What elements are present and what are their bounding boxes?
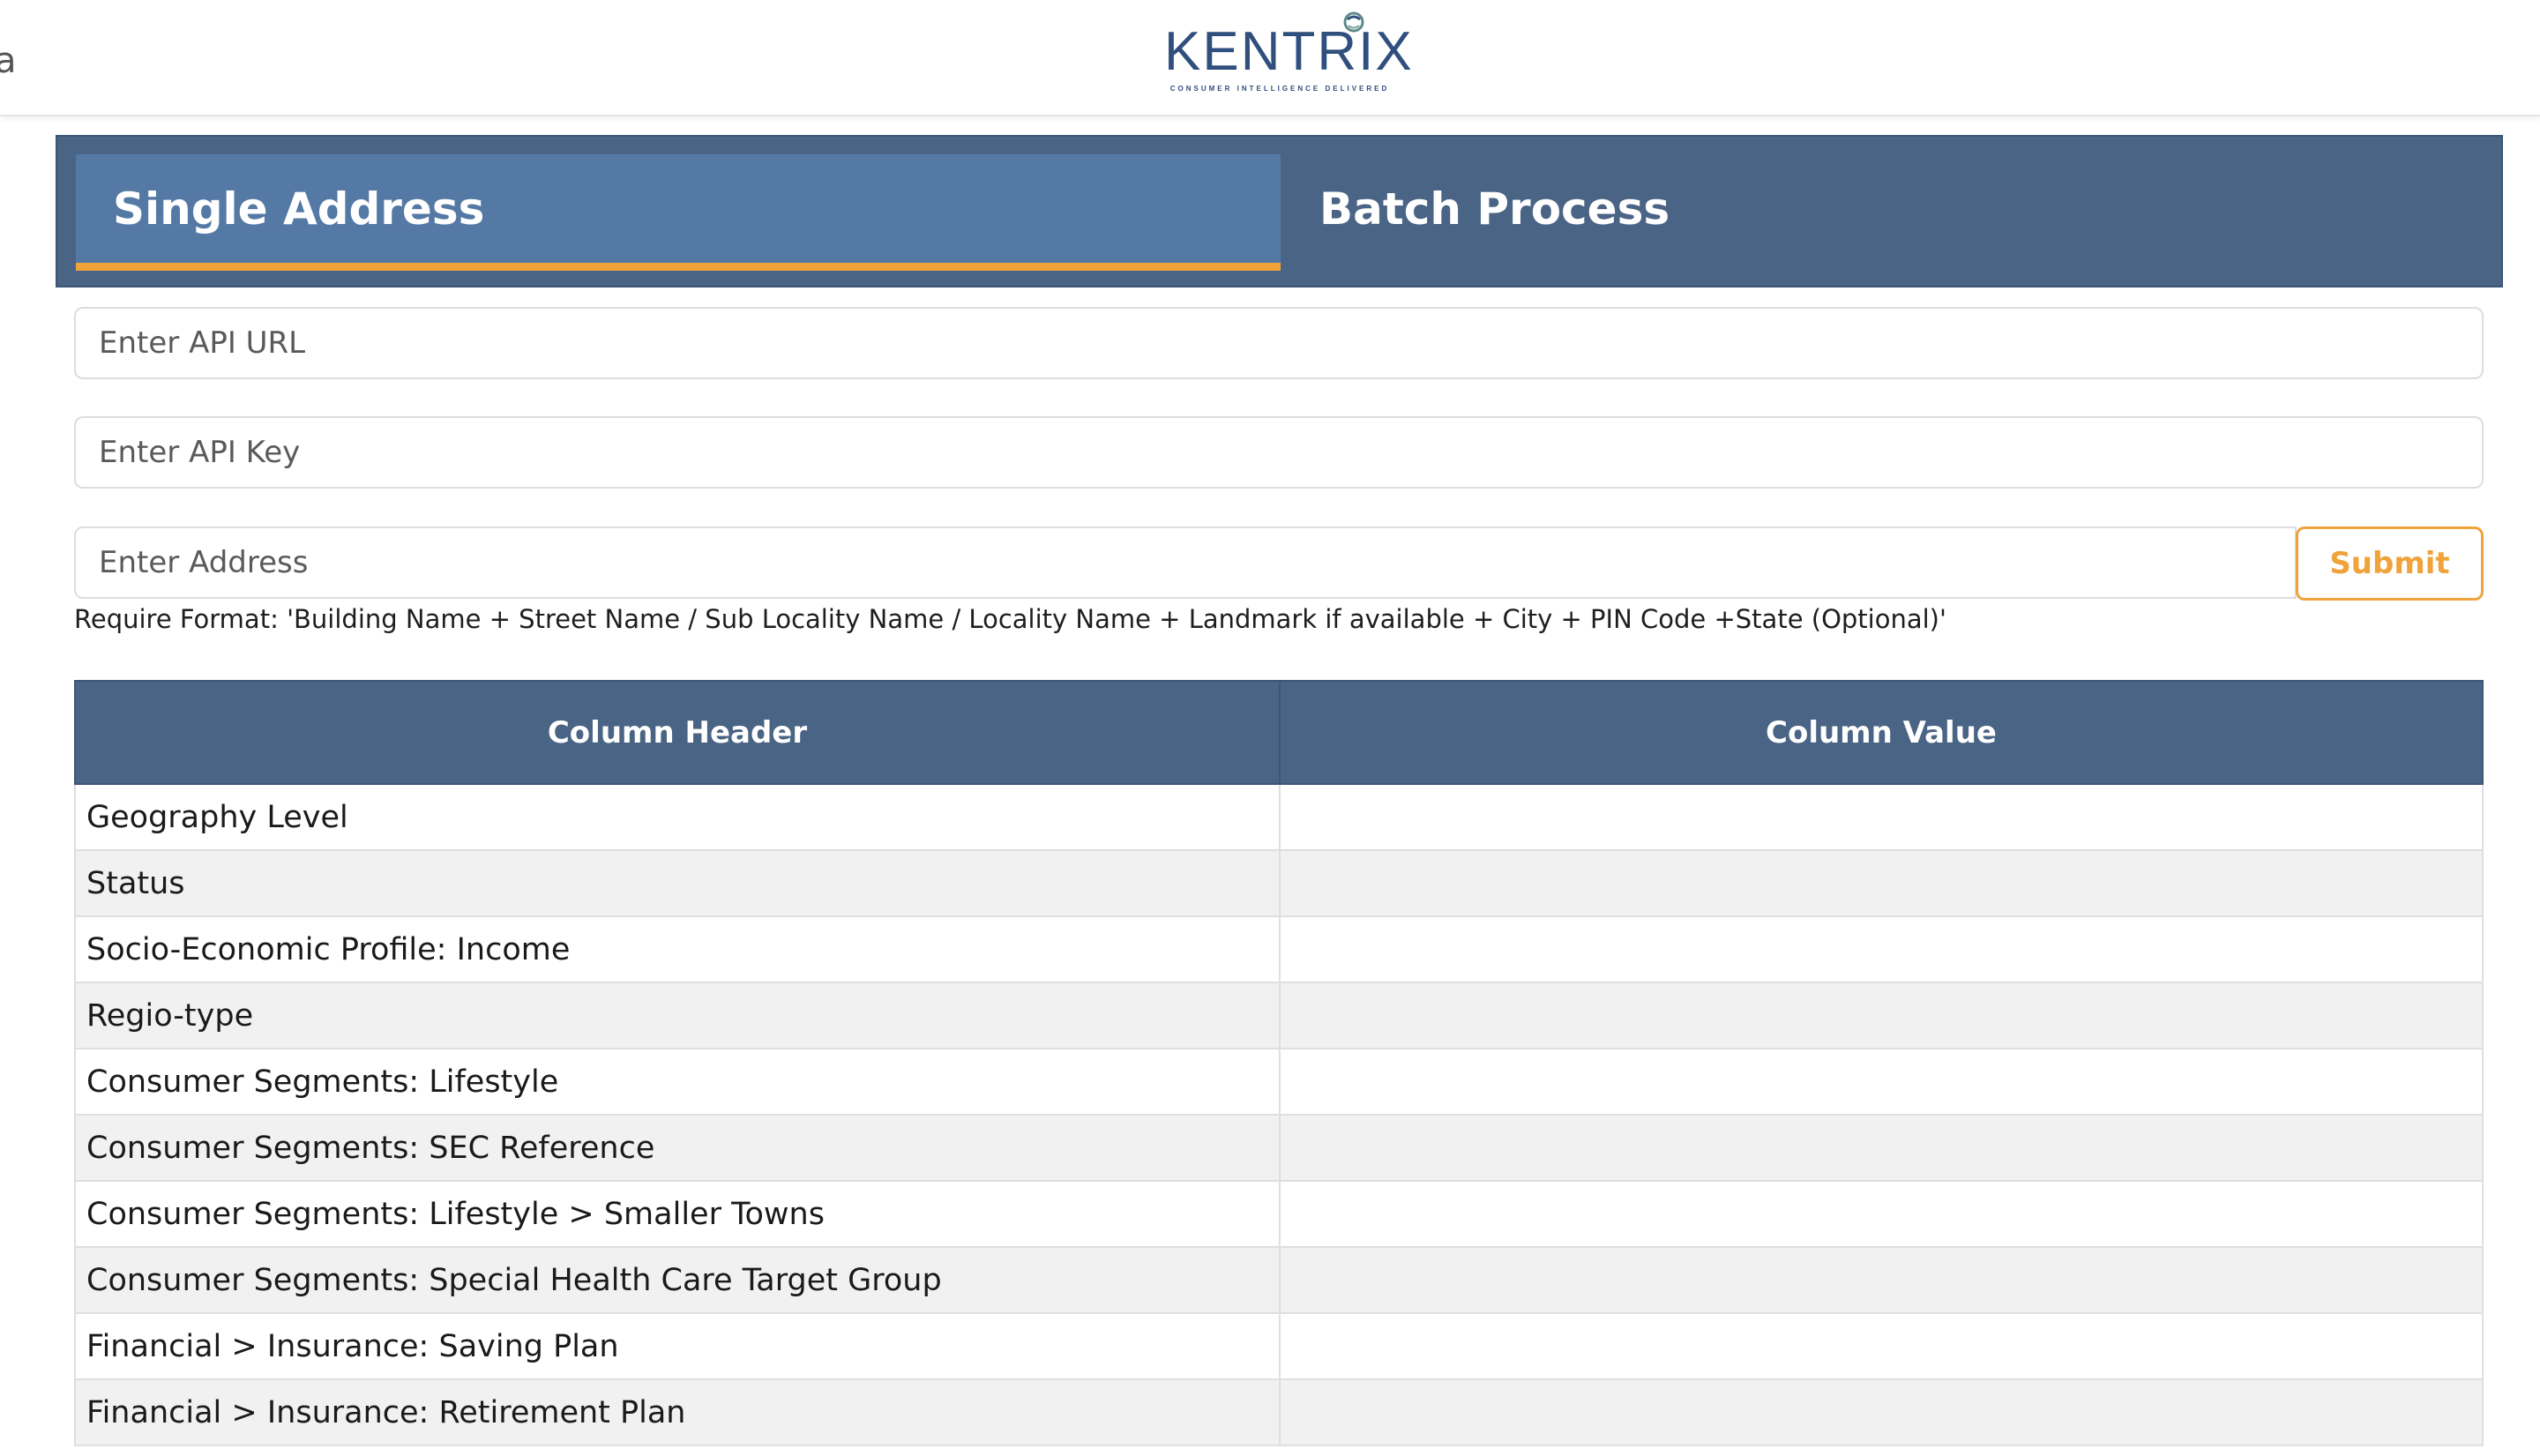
row-value-cell	[1279, 783, 2484, 851]
row-header-cell: Regio-type	[74, 982, 1281, 1049]
row-header-cell: Socio-Economic Profile: Income	[74, 915, 1281, 983]
api-key-input[interactable]	[74, 416, 2484, 489]
table-row: Consumer Segments: Lifestyle	[74, 1048, 2484, 1116]
row-header-cell: Geography Level	[74, 783, 1281, 851]
row-value-cell	[1279, 1114, 2484, 1182]
api-url-input[interactable]	[74, 307, 2484, 379]
table-row: Consumer Segments: SEC Reference	[74, 1114, 2484, 1182]
results-table-container[interactable]: Column Header Column Value Geography Lev…	[74, 680, 2484, 1456]
kentrix-logo[interactable]: KENTRIX CONSUMER INTELLIGENCE DELIVERED	[1164, 7, 1414, 93]
edge-fragment: a	[0, 41, 17, 81]
row-value-cell	[1279, 1048, 2484, 1116]
row-value-cell	[1279, 1180, 2484, 1248]
row-header-cell: Consumer Segments: Lifestyle	[74, 1048, 1281, 1116]
table-row: Consumer Segments: Special Health Care T…	[74, 1246, 2484, 1314]
row-value-cell	[1279, 982, 2484, 1049]
row-value-cell	[1279, 1378, 2484, 1446]
column-header-heading: Column Header	[74, 680, 1281, 785]
table-row: Regio-type	[74, 982, 2484, 1049]
table-row: Geography Level	[74, 783, 2484, 851]
row-value-cell	[1279, 849, 2484, 917]
tab-single-address[interactable]: Single Address	[76, 154, 1281, 271]
table-row: Consumer Segments: Lifestyle > Smaller T…	[74, 1180, 2484, 1248]
address-input[interactable]	[74, 526, 2297, 599]
row-header-cell: Financial > Insurance: Retirement Plan	[74, 1378, 1281, 1446]
tab-bar: Single Address Batch Process	[56, 135, 2503, 287]
row-value-cell	[1279, 915, 2484, 983]
row-header-cell: Financial > Insurance: Saving Plan	[74, 1312, 1281, 1380]
top-header: a KENTRIX CONSUMER INTELLIGENCE DELIVERE…	[0, 0, 2540, 116]
row-value-cell	[1279, 1312, 2484, 1380]
row-header-cell: Consumer Segments: SEC Reference	[74, 1114, 1281, 1182]
row-header-cell: Status	[74, 849, 1281, 917]
table-row: Financial > Insurance: Retirement Plan	[74, 1378, 2484, 1446]
submit-button[interactable]: Submit	[2296, 526, 2484, 601]
row-header-cell: Consumer Segments: Special Health Care T…	[74, 1246, 1281, 1314]
address-format-hint: Require Format: 'Building Name + Street …	[74, 604, 1946, 634]
table-row: Socio-Economic Profile: Income	[74, 915, 2484, 983]
column-value-heading: Column Value	[1279, 680, 2484, 785]
table-row: Financial > Insurance: Saving Plan	[74, 1312, 2484, 1380]
row-value-cell	[1279, 1246, 2484, 1314]
row-header-cell: Consumer Segments: Lifestyle > Smaller T…	[74, 1180, 1281, 1248]
logo-wordmark: KENTRIX	[1164, 21, 1414, 82]
results-table: Column Header Column Value Geography Lev…	[74, 680, 2484, 1446]
tab-batch-process[interactable]: Batch Process	[1319, 154, 2466, 271]
table-row: Status	[74, 849, 2484, 917]
logo-tagline: CONSUMER INTELLIGENCE DELIVERED	[1169, 85, 1390, 93]
table-header-row: Column Header Column Value	[74, 680, 2484, 785]
